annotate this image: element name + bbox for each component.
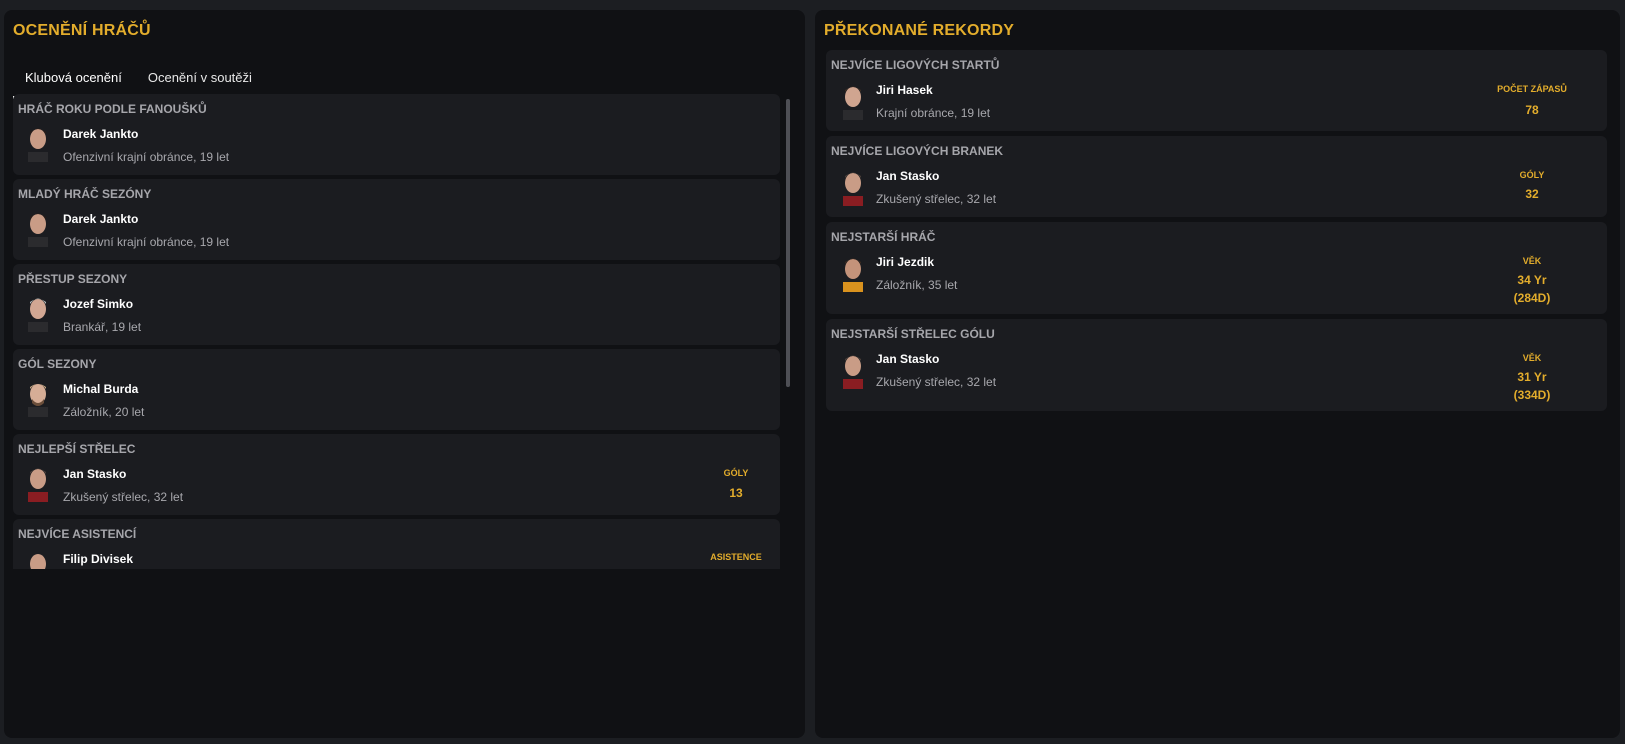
player-description: Ofenzivní krajní obránce, 19 let bbox=[63, 235, 230, 249]
player-description: Zkušený střelec, 32 let bbox=[876, 192, 997, 206]
player-description: Krajní obránce, 19 let bbox=[876, 106, 991, 120]
player-name[interactable]: Darek Jankto bbox=[63, 127, 138, 141]
stat-value: 32 bbox=[1525, 187, 1539, 201]
stat-value-days: (284D) bbox=[1513, 291, 1551, 305]
tab-competition-awards[interactable]: Ocenění v soutěži bbox=[136, 60, 264, 96]
award-card[interactable]: NEJVÍCE ASISTENCÍ Filip Divisek ASISTENC… bbox=[13, 519, 780, 569]
award-list-scrollbar[interactable] bbox=[786, 99, 790, 387]
award-title: MLADÝ HRÁČ SEZÓNY bbox=[18, 187, 152, 201]
player-description: Záložník, 20 let bbox=[63, 405, 145, 419]
award-tabs: Klubová ocenění Ocenění v soutěži bbox=[13, 60, 264, 99]
stat-value-days: (334D) bbox=[1513, 388, 1551, 402]
player-description: Zkušený střelec, 32 let bbox=[876, 375, 997, 389]
player-avatar-icon bbox=[24, 464, 52, 502]
player-avatar-icon bbox=[24, 124, 52, 162]
award-card[interactable]: HRÁČ ROKU PODLE FANOUŠKŮ Darek Jankto Of… bbox=[13, 94, 780, 175]
record-title: NEJSTARŠÍ STŘELEC GÓLU bbox=[831, 327, 995, 341]
player-name[interactable]: Jozef Simko bbox=[63, 297, 133, 311]
record-card[interactable]: NEJSTARŠÍ STŘELEC GÓLU Jan Stasko Zkušen… bbox=[826, 319, 1607, 411]
player-name[interactable]: Jiri Hasek bbox=[876, 83, 933, 97]
award-title: NEJLEPŠÍ STŘELEC bbox=[18, 442, 136, 456]
record-card[interactable]: NEJVÍCE LIGOVÝCH STARTŮ Jiri Hasek Krajn… bbox=[826, 50, 1607, 131]
player-avatar-icon bbox=[839, 168, 867, 206]
player-name[interactable]: Jan Stasko bbox=[63, 467, 126, 481]
panel-title: OCENĚNÍ HRÁČŮ bbox=[13, 22, 151, 39]
award-title: GÓL SEZONY bbox=[18, 357, 97, 371]
player-avatar-icon bbox=[839, 82, 867, 120]
player-awards-panel: OCENĚNÍ HRÁČŮ Klubová ocenění Ocenění v … bbox=[4, 10, 805, 738]
record-title: NEJVÍCE LIGOVÝCH STARTŮ bbox=[831, 58, 1000, 72]
stat-label: VĚK bbox=[1522, 353, 1542, 363]
player-description: Brankář, 19 let bbox=[63, 320, 142, 334]
stat-value: 78 bbox=[1525, 103, 1539, 117]
stat-value: 34 Yr bbox=[1517, 273, 1547, 287]
player-name[interactable]: Jan Stasko bbox=[876, 169, 939, 183]
stat-label: GÓLY bbox=[1519, 170, 1545, 180]
player-description: Záložník, 35 let bbox=[876, 278, 958, 292]
player-avatar-icon bbox=[24, 294, 52, 332]
player-avatar-icon bbox=[24, 209, 52, 247]
stat-value: 13 bbox=[729, 486, 743, 500]
award-card[interactable]: PŘESTUP SEZONY Jozef Simko Brankář, 19 l… bbox=[13, 264, 780, 345]
award-title: NEJVÍCE ASISTENCÍ bbox=[18, 527, 137, 541]
player-avatar-icon bbox=[24, 549, 52, 569]
stat-label: GÓLY bbox=[723, 468, 749, 478]
record-list: NEJVÍCE LIGOVÝCH STARTŮ Jiri Hasek Krajn… bbox=[826, 50, 1607, 416]
record-card[interactable]: NEJVÍCE LIGOVÝCH BRANEK Jan Stasko Zkuše… bbox=[826, 136, 1607, 217]
award-card[interactable]: MLADÝ HRÁČ SEZÓNY Darek Jankto Ofenzivní… bbox=[13, 179, 780, 260]
player-name[interactable]: Michal Burda bbox=[63, 382, 138, 396]
record-title: NEJVÍCE LIGOVÝCH BRANEK bbox=[831, 144, 1004, 158]
player-name[interactable]: Jiri Jezdik bbox=[876, 255, 934, 269]
broken-records-panel: PŘEKONANÉ REKORDY NEJVÍCE LIGOVÝCH START… bbox=[815, 10, 1620, 738]
stat-label: POČET ZÁPASŮ bbox=[1497, 84, 1567, 94]
award-title: HRÁČ ROKU PODLE FANOUŠKŮ bbox=[18, 102, 207, 116]
stat-label: VĚK bbox=[1522, 256, 1542, 266]
award-title: PŘESTUP SEZONY bbox=[18, 272, 128, 286]
player-avatar-icon bbox=[839, 254, 867, 292]
player-description: Zkušený střelec, 32 let bbox=[63, 490, 184, 504]
panel-title: PŘEKONANÉ REKORDY bbox=[824, 22, 1015, 39]
player-avatar-icon bbox=[839, 351, 867, 389]
player-avatar-icon bbox=[24, 379, 52, 417]
player-name[interactable]: Filip Divisek bbox=[63, 552, 133, 566]
stat-label: ASISTENCE bbox=[710, 552, 762, 562]
record-title: NEJSTARŠÍ HRÁČ bbox=[831, 230, 936, 244]
player-name[interactable]: Jan Stasko bbox=[876, 352, 939, 366]
player-name[interactable]: Darek Jankto bbox=[63, 212, 138, 226]
award-card[interactable]: GÓL SEZONY Michal Burda Záložník, 20 let bbox=[13, 349, 780, 430]
player-description: Ofenzivní krajní obránce, 19 let bbox=[63, 150, 230, 164]
record-card[interactable]: NEJSTARŠÍ HRÁČ Jiri Jezdik Záložník, 35 … bbox=[826, 222, 1607, 314]
award-list[interactable]: HRÁČ ROKU PODLE FANOUŠKŮ Darek Jankto Of… bbox=[13, 94, 784, 569]
scrollbar-thumb[interactable] bbox=[786, 99, 790, 387]
award-card[interactable]: NEJLEPŠÍ STŘELEC Jan Stasko Zkušený stře… bbox=[13, 434, 780, 515]
stat-value: 31 Yr bbox=[1517, 370, 1547, 384]
